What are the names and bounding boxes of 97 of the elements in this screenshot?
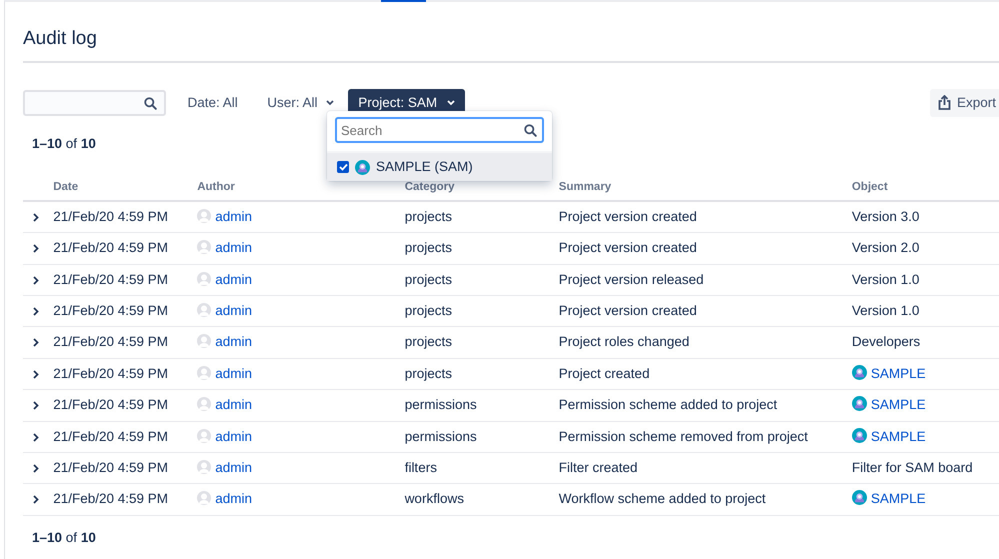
project-avatar-icon [852,490,867,506]
search-icon [524,124,537,137]
category-text: projects [404,366,452,381]
dropdown-search-field[interactable]: Search [335,117,544,143]
user-avatar-icon [197,366,212,380]
expand-chevron-icon[interactable] [33,495,39,504]
category-text: projects [404,272,452,287]
object-text: Filter for SAM board [852,460,973,475]
result-count: 1–10 of 10 [32,134,97,153]
object-text: Version 1.0 [852,272,920,287]
summary-text: Permission scheme added to project [558,397,778,412]
date-filter-button[interactable]: Date: All [180,88,246,117]
date-text: 21/Feb/20 4:59 PM [53,428,168,444]
author-link[interactable]: admin [215,272,252,287]
page-title: Audit log [23,28,999,63]
summary-text: Project version created [558,209,697,224]
project-avatar-icon [852,396,867,412]
column-header: Category [404,181,455,194]
author-link[interactable]: admin [215,334,252,350]
expand-chevron-icon[interactable] [33,306,39,316]
user-avatar-icon [197,460,212,474]
summary-text: Workflow scheme added to project [558,491,766,506]
author-link[interactable]: admin [215,491,252,506]
search-icon [144,96,157,110]
user-avatar-icon [197,240,212,254]
summary-text: Permission scheme removed from project [558,428,808,444]
date-text: 21/Feb/20 4:59 PM [53,397,168,412]
author-link[interactable]: admin [215,366,252,381]
object-text: Version 1.0 [852,303,920,318]
object-link[interactable]: SAMPLE [870,397,926,412]
column-header: Date [53,181,78,194]
result-count: 1–10 of 10 [32,528,97,547]
date-text: 21/Feb/20 4:59 PM [53,366,168,381]
expand-chevron-icon[interactable] [33,338,39,348]
author-link[interactable]: admin [215,209,252,224]
date-text: 21/Feb/20 4:59 PM [53,272,168,287]
user-avatar-icon [197,272,212,286]
category-text: projects [404,303,452,318]
checkbox[interactable] [337,161,349,174]
object-text: Version 2.0 [852,240,920,256]
user-avatar-icon [197,428,212,443]
date-text: 21/Feb/20 4:59 PM [53,460,168,475]
author-link[interactable]: admin [215,460,252,475]
column-header: Summary [558,181,612,194]
category-text: projects [404,240,452,256]
project-avatar-icon [852,364,867,380]
expand-chevron-icon[interactable] [33,276,39,285]
expand-chevron-icon[interactable] [33,370,39,379]
summary-text: Filter created [558,460,638,475]
category-text: permissions [404,428,477,444]
dropdown-option[interactable]: SAMPLE (SAM) [327,151,552,182]
user-avatar-icon [197,491,212,506]
date-text: 21/Feb/20 4:59 PM [53,240,168,256]
author-link[interactable]: admin [215,397,252,412]
summary-text: Project created [558,366,650,381]
object-link[interactable]: SAMPLE [870,428,926,444]
expand-chevron-icon[interactable] [33,244,39,254]
expand-chevron-icon[interactable] [33,213,39,222]
date-text: 21/Feb/20 4:59 PM [53,334,168,350]
summary-text: Project version created [558,240,697,256]
category-text: projects [404,209,452,224]
active-tab-indicator [381,0,426,2]
date-text: 21/Feb/20 4:59 PM [53,303,168,318]
chevron-down-icon [326,100,334,106]
summary-text: Project roles changed [558,334,690,350]
share-icon [938,95,951,110]
object-link[interactable]: SAMPLE [870,491,926,506]
column-header: Object [852,181,888,194]
user-avatar-icon [197,303,212,318]
category-text: projects [404,334,452,350]
user-avatar-icon [197,397,212,412]
object-link[interactable]: SAMPLE [870,366,926,381]
expand-chevron-icon[interactable] [33,464,39,473]
date-text: 21/Feb/20 4:59 PM [53,209,168,224]
summary-text: Project version released [558,272,704,287]
date-text: 21/Feb/20 4:59 PM [53,491,168,506]
category-text: workflows [404,491,464,506]
option-label: SAMPLE (SAM) [376,158,473,176]
chevron-down-icon [447,100,456,106]
column-header: Author [197,181,235,194]
user-avatar-icon [197,209,212,224]
export-button[interactable]: Export [930,88,999,117]
author-link[interactable]: admin [215,303,252,318]
user-filter-button[interactable]: User: All [259,88,342,117]
author-link[interactable]: admin [215,240,252,256]
category-text: filters [404,460,437,475]
author-link[interactable]: admin [215,428,252,444]
search-field[interactable] [23,90,166,116]
expand-chevron-icon[interactable] [33,432,39,442]
summary-text: Project version created [558,303,697,318]
project-avatar-icon [852,428,867,443]
project-avatar-icon [355,160,370,175]
category-text: permissions [404,397,477,412]
user-avatar-icon [197,334,212,348]
object-text: Developers [852,334,920,350]
expand-chevron-icon[interactable] [33,401,39,410]
object-text: Version 3.0 [852,209,920,224]
